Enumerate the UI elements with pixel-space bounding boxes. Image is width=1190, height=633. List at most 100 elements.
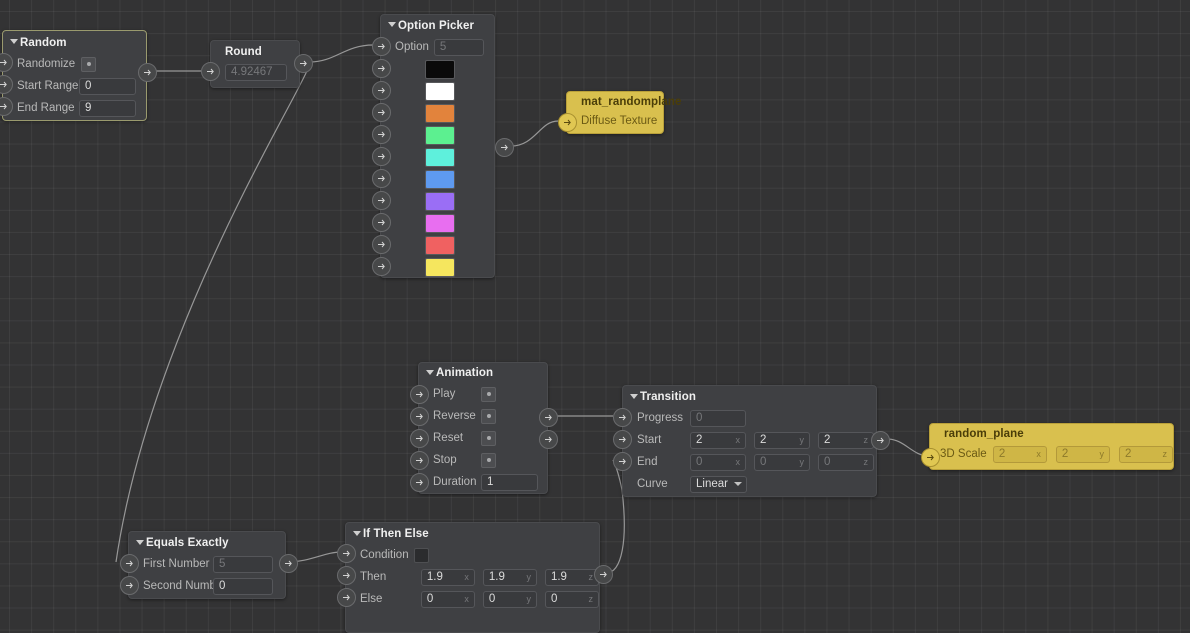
second-number-input[interactable]: 0 xyxy=(213,577,273,595)
port-option-picker-out[interactable] xyxy=(495,138,514,157)
node-equals-exactly[interactable]: Equals Exactly First Number 5 Second Num… xyxy=(128,531,286,599)
node-if-then-else[interactable]: If Then Else Condition Then 1.9 x 1.9 y 1.… xyxy=(345,522,600,633)
reset-button[interactable] xyxy=(481,430,496,446)
condition-checkbox[interactable] xyxy=(414,547,429,563)
port-animation-out-1[interactable] xyxy=(539,408,558,427)
then-z-input[interactable]: 1.9 z xyxy=(544,568,599,586)
port-reverse-in[interactable] xyxy=(410,407,429,426)
color-swatch[interactable] xyxy=(425,257,455,277)
else-z-input[interactable]: 0z xyxy=(544,590,599,608)
scale-x-input[interactable]: 2x xyxy=(992,445,1047,463)
node-option-picker[interactable]: Option Picker Option 5 xyxy=(380,14,495,278)
end-range-input[interactable]: 9 xyxy=(79,99,136,117)
end-z-input[interactable]: 0z xyxy=(818,453,874,471)
port-second-number-in[interactable] xyxy=(120,576,139,595)
color-swatch[interactable] xyxy=(425,103,455,123)
node-title: mat_randomplane xyxy=(581,96,682,108)
scale-y-input[interactable]: 2y xyxy=(1055,445,1110,463)
port-if-then-else-out[interactable] xyxy=(594,565,613,584)
node-random[interactable]: Random Randomize Start Range 0 End Range… xyxy=(2,30,147,121)
row-label: Option xyxy=(395,41,429,53)
port-option-5-in[interactable] xyxy=(372,147,391,166)
then-y-input[interactable]: 1.9 y xyxy=(482,568,537,586)
node-round[interactable]: Round 4.92467 xyxy=(210,40,300,88)
stop-button[interactable] xyxy=(481,452,496,468)
color-swatch[interactable] xyxy=(425,235,455,255)
row-diffuse-texture: Diffuse Texture xyxy=(567,112,663,130)
swatch-row xyxy=(425,102,494,124)
then-x-input[interactable]: 1.9 x xyxy=(420,568,475,586)
port-transition-out[interactable] xyxy=(871,431,890,450)
triangle-down-icon[interactable] xyxy=(10,39,18,44)
first-number-input[interactable]: 5 xyxy=(213,555,273,573)
color-swatch[interactable] xyxy=(425,81,455,101)
else-y-input[interactable]: 0y xyxy=(482,590,537,608)
port-option-3-in[interactable] xyxy=(372,103,391,122)
progress-input[interactable]: 0 xyxy=(690,409,746,427)
triangle-down-icon[interactable] xyxy=(426,370,434,375)
port-option-2-in[interactable] xyxy=(372,81,391,100)
triangle-down-icon[interactable] xyxy=(388,22,396,27)
port-diffuse-texture-in[interactable] xyxy=(558,113,577,132)
port-else-in[interactable] xyxy=(337,588,356,607)
port-option-6-in[interactable] xyxy=(372,169,391,188)
node-random-plane[interactable]: random_plane 3D Scale 2x 2y 2z xyxy=(929,423,1174,470)
port-animation-out-2[interactable] xyxy=(539,430,558,449)
port-3d-scale-in[interactable] xyxy=(921,448,940,467)
triangle-down-icon[interactable] xyxy=(630,394,638,399)
port-option-7-in[interactable] xyxy=(372,191,391,210)
start-range-input[interactable]: 0 xyxy=(79,77,136,95)
color-swatch[interactable] xyxy=(425,213,455,233)
randomize-button[interactable] xyxy=(81,56,97,72)
port-then-in[interactable] xyxy=(337,566,356,585)
port-option-10-in[interactable] xyxy=(372,257,391,276)
round-input[interactable]: 4.92467 xyxy=(225,63,287,81)
duration-input[interactable]: 1 xyxy=(481,473,538,491)
port-round-in[interactable] xyxy=(201,62,220,81)
port-duration-in[interactable] xyxy=(410,473,429,492)
port-random-out[interactable] xyxy=(138,63,157,82)
row-option: Option 5 xyxy=(381,36,494,58)
start-x-input[interactable]: 2x xyxy=(690,431,746,449)
triangle-down-icon[interactable] xyxy=(353,531,361,536)
triangle-down-icon[interactable] xyxy=(136,540,144,545)
port-start-in[interactable] xyxy=(613,430,632,449)
axis-label-z: z xyxy=(1162,448,1168,459)
port-option-9-in[interactable] xyxy=(372,235,391,254)
axis-label-x: x xyxy=(735,434,741,445)
port-play-in[interactable] xyxy=(410,385,429,404)
port-equals-out[interactable] xyxy=(279,554,298,573)
node-material[interactable]: mat_randomplane Diffuse Texture xyxy=(566,91,682,134)
end-y-input[interactable]: 0y xyxy=(754,453,810,471)
port-condition-in[interactable] xyxy=(337,544,356,563)
swatch-row xyxy=(425,256,494,278)
port-stop-in[interactable] xyxy=(410,451,429,470)
option-input[interactable]: 5 xyxy=(433,38,484,56)
start-z-input[interactable]: 2z xyxy=(818,431,874,449)
port-first-number-in[interactable] xyxy=(120,554,139,573)
port-reset-in[interactable] xyxy=(410,429,429,448)
color-swatch[interactable] xyxy=(425,191,455,211)
start-y-input[interactable]: 2y xyxy=(754,431,810,449)
port-option-8-in[interactable] xyxy=(372,213,391,232)
end-x-input[interactable]: 0x xyxy=(690,453,746,471)
swatch-row xyxy=(425,80,494,102)
play-button[interactable] xyxy=(481,386,496,402)
row-label: Else xyxy=(360,593,383,605)
reverse-button[interactable] xyxy=(481,408,496,424)
color-swatch[interactable] xyxy=(425,125,455,145)
else-x-input[interactable]: 0x xyxy=(420,590,475,608)
port-option-in[interactable] xyxy=(372,37,391,56)
node-animation[interactable]: Animation Play Reverse Reset Stop Durati… xyxy=(418,362,548,494)
port-end-in[interactable] xyxy=(613,452,632,471)
port-round-out[interactable] xyxy=(294,54,313,73)
port-option-1-in[interactable] xyxy=(372,59,391,78)
color-swatch[interactable] xyxy=(425,147,455,167)
port-progress-in[interactable] xyxy=(613,408,632,427)
node-transition[interactable]: Transition Progress 0 Start 2x 2y 2z End… xyxy=(622,385,877,497)
port-option-4-in[interactable] xyxy=(372,125,391,144)
color-swatch[interactable] xyxy=(425,59,455,79)
scale-z-input[interactable]: 2z xyxy=(1118,445,1174,463)
color-swatch[interactable] xyxy=(425,169,455,189)
curve-select[interactable]: Linear xyxy=(690,475,747,493)
